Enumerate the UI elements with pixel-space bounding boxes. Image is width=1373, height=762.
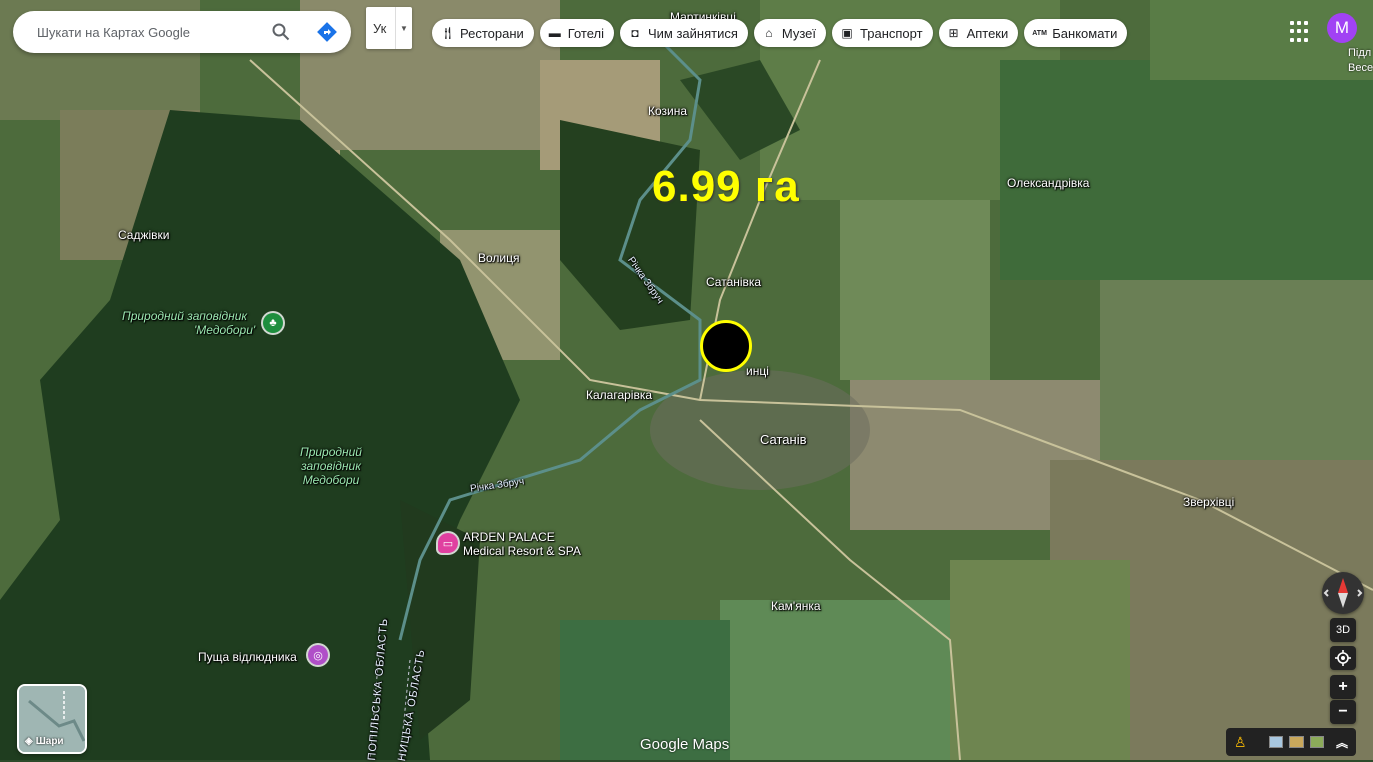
- google-maps-logo: Google Maps: [640, 736, 730, 753]
- chip-label: Аптеки: [966, 25, 1009, 41]
- corner-line2: Весе: [1348, 62, 1373, 74]
- place-label-zverkhivtsi[interactable]: Зверхівці: [1183, 495, 1234, 509]
- museum-icon: ⌂: [765, 26, 773, 40]
- reserve1-line1: Природний заповідник: [122, 309, 248, 323]
- language-selector[interactable]: Ук ▼: [366, 7, 412, 49]
- corner-line1: Підл: [1348, 47, 1372, 59]
- apps-grid-icon[interactable]: [1288, 19, 1314, 45]
- corner-label: Підл Весе: [1348, 46, 1373, 76]
- chip-pharmacies[interactable]: ⊞ Аптеки: [938, 19, 1019, 47]
- imagery-thumb-1[interactable]: [1269, 736, 1284, 748]
- fork-knife-icon: 🍴︎: [440, 26, 456, 40]
- 3d-button[interactable]: 3D: [1330, 618, 1356, 642]
- place-label-lyntsi[interactable]: инці: [746, 364, 769, 378]
- chip-label: Банкомати: [1052, 25, 1118, 41]
- arden-line2: Medical Resort & SPA: [463, 544, 581, 558]
- chip-hotels[interactable]: ▬ Готелі: [539, 19, 614, 47]
- reserve2-line1: Природний: [300, 445, 362, 459]
- chip-label: Ресторани: [460, 25, 524, 41]
- chip-label: Чим зайнятися: [647, 25, 738, 41]
- directions-icon[interactable]: [315, 20, 339, 44]
- area-overlay-text: 6.99 га: [652, 162, 800, 211]
- category-chips: 🍴︎ Ресторани ▬ Готелі ◘ Чим зайнятися ⌂ Музе…: [432, 19, 1128, 47]
- chevron-up-icon[interactable]: ︽: [1336, 734, 1348, 751]
- zoom-out-button[interactable]: −: [1330, 700, 1356, 724]
- place-label-oleksandrivka[interactable]: Олександрівка: [1007, 176, 1089, 190]
- place-label-kozyna[interactable]: Козина: [648, 104, 687, 118]
- chip-label: Готелі: [567, 25, 604, 41]
- reserve2-line2: заповідник: [301, 459, 361, 473]
- atm-icon: ATM: [1032, 29, 1047, 37]
- search-icon[interactable]: [269, 20, 293, 44]
- pegman-icon[interactable]: ♙: [1234, 734, 1247, 751]
- zoom-in-button[interactable]: +: [1330, 675, 1356, 699]
- place-label-satanivka[interactable]: Сатанівка: [706, 275, 761, 289]
- place-label-volytsia[interactable]: Волиця: [478, 251, 520, 265]
- chip-atms[interactable]: ATM Банкомати: [1024, 19, 1128, 47]
- bottom-toolbar: ♙ ︽: [1226, 728, 1356, 756]
- poi-label-arden-palace[interactable]: ARDEN PALACE Medical Resort & SPA: [463, 530, 581, 558]
- my-location-icon[interactable]: [1330, 646, 1356, 670]
- reserve-label-medobory-1[interactable]: Природний заповідник 'Медобори': [122, 309, 255, 337]
- reserve1-line2: 'Медобори': [194, 323, 256, 337]
- imagery-thumb-3[interactable]: [1309, 736, 1324, 748]
- layers-label: Шари: [35, 736, 64, 747]
- reserve-label-medobory-2[interactable]: Природний заповідник Медобори: [296, 445, 366, 487]
- arden-line1: ARDEN PALACE: [463, 530, 555, 544]
- place-label-kamianka[interactable]: Кам'янка: [771, 599, 821, 613]
- bed-icon: ▬: [548, 26, 561, 40]
- place-label-satanov[interactable]: Сатанів: [760, 432, 807, 447]
- chevron-down-icon[interactable]: ▼: [395, 7, 412, 49]
- camera-icon: ◘: [631, 26, 639, 40]
- layers-button[interactable]: ◈ Шари: [17, 684, 87, 754]
- reserve2-line3: Медобори: [302, 473, 360, 487]
- layers-icon: ◈: [25, 736, 33, 747]
- layers-label-wrap: ◈ Шари: [25, 736, 64, 747]
- chip-label: Транспорт: [860, 25, 923, 41]
- imagery-thumb-2[interactable]: [1289, 736, 1304, 748]
- attraction-pin-icon[interactable]: ◎: [308, 645, 328, 665]
- location-marker[interactable]: [700, 320, 752, 372]
- avatar-letter: M: [1334, 18, 1350, 37]
- language-label: Ук: [373, 20, 387, 36]
- chip-museums[interactable]: ⌂ Музеї: [753, 19, 827, 47]
- place-label-kalaharivka[interactable]: Калагарівка: [586, 388, 652, 402]
- tree-icon[interactable]: ♣: [263, 313, 283, 333]
- poi-label-pushcha[interactable]: Пуща відлюдника: [198, 650, 297, 664]
- chip-things-to-do[interactable]: ◘ Чим зайнятися: [619, 19, 748, 47]
- search-box: [13, 11, 351, 53]
- chip-restaurants[interactable]: 🍴︎ Ресторани: [432, 19, 534, 47]
- pharmacy-icon: ⊞: [948, 26, 959, 40]
- avatar[interactable]: M: [1327, 13, 1357, 43]
- compass-icon[interactable]: [1322, 572, 1364, 614]
- place-label-sadzhivky[interactable]: Саджівки: [118, 228, 170, 242]
- chip-transport[interactable]: ▣ Транспорт: [832, 19, 933, 47]
- search-input[interactable]: [35, 23, 259, 41]
- bus-icon: ▣: [841, 26, 853, 40]
- chip-label: Музеї: [781, 25, 817, 41]
- hotel-pin-icon[interactable]: ▭: [438, 533, 458, 553]
